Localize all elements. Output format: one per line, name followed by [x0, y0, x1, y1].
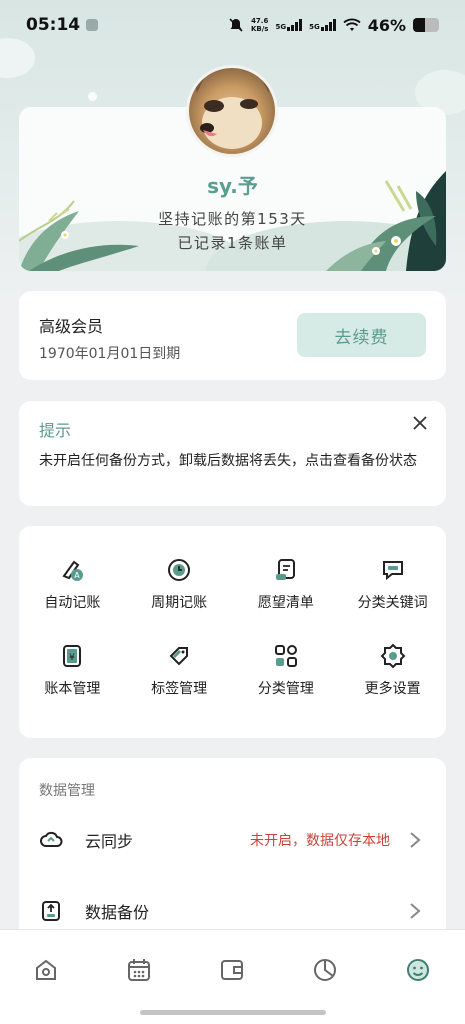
profile-icon — [407, 959, 429, 981]
battery-percent: 46% — [367, 15, 406, 35]
tag-icon — [169, 647, 189, 666]
feature-wishlist[interactable]: 愿望清单 — [233, 556, 340, 612]
home-indicator[interactable] — [140, 1010, 326, 1015]
feature-more-settings[interactable]: 更多设置 — [339, 642, 446, 698]
renew-button[interactable]: 去续费 — [297, 313, 426, 357]
wifi-icon — [343, 18, 361, 31]
battery-icon — [413, 18, 439, 32]
feature-tag[interactable]: 标签管理 — [126, 642, 233, 698]
streak-text: 坚持记账的第153天 — [158, 210, 307, 228]
data-management-card: 数据管理 云同步 未开启，数据仅存本地 数据备份 — [19, 758, 446, 958]
chevron-right-icon — [410, 903, 421, 919]
features-card: A 自动记账 周期记账 愿望清单 分类关键词 ¥ 账本管理 标签管理 分类管理 — [19, 526, 446, 738]
data-backup-label: 数据备份 — [85, 903, 150, 922]
wishlist-icon — [275, 559, 295, 580]
cloud-sync-row[interactable]: 云同步 未开启，数据仅存本地 — [19, 815, 446, 865]
tab-home[interactable] — [26, 950, 66, 990]
backup-icon — [42, 901, 60, 921]
records-count: 已记录1条账单 — [177, 234, 288, 252]
category-icon — [274, 645, 297, 667]
signal-label: 5G — [275, 23, 287, 31]
feature-keyword[interactable]: 分类关键词 — [339, 556, 446, 612]
svg-text:¥: ¥ — [70, 653, 76, 663]
calendar-icon — [128, 959, 150, 981]
close-icon[interactable] — [410, 413, 430, 433]
vip-title: 高级会员 — [39, 317, 104, 336]
feature-ledger[interactable]: ¥ 账本管理 — [19, 642, 126, 698]
vip-card: 高级会员 1970年01月01日到期 去续费 — [19, 291, 446, 380]
dog-avatar-icon — [189, 68, 275, 149]
cloud-sync-label: 云同步 — [85, 832, 134, 851]
username: sy.予 — [207, 174, 258, 198]
tab-calendar[interactable] — [119, 950, 159, 990]
home-icon — [36, 959, 56, 980]
settings-icon — [380, 643, 406, 669]
recurring-icon — [168, 559, 191, 581]
cloud-sync-icon — [40, 831, 63, 847]
tab-statistics[interactable] — [305, 950, 345, 990]
status-time: 05:14 — [26, 15, 81, 35]
signal-bars-icon — [320, 19, 336, 31]
leaf-decoration-left — [19, 200, 139, 271]
auto-bookkeeping-icon: A — [62, 560, 84, 581]
notification-icon — [86, 19, 99, 31]
section-header: 数据管理 — [39, 783, 95, 799]
keyword-icon — [382, 561, 403, 581]
ledger-icon: ¥ — [63, 645, 82, 667]
vip-expiry: 1970年01月01日到期 — [39, 346, 181, 362]
tip-title: 提示 — [39, 421, 72, 440]
mute-bell-icon — [229, 18, 243, 32]
cloud-sync-status: 未开启，数据仅存本地 — [250, 833, 390, 849]
status-bar: 05:14 47.6 KB/s 5G 5G 46% — [0, 0, 465, 50]
chevron-right-icon — [410, 832, 421, 848]
feature-category[interactable]: 分类管理 — [233, 642, 340, 698]
network-speed: 47.6 KB/s — [250, 17, 269, 33]
feature-auto-bookkeeping[interactable]: A 自动记账 — [19, 556, 126, 612]
dot-decoration — [88, 92, 97, 101]
signal-bars-icon — [287, 19, 303, 31]
signal-label: 5G — [309, 23, 320, 31]
wallet-icon — [221, 960, 243, 980]
tip-text: 未开启任何备份方式，卸载后数据将丢失，点击查看备份状态 — [39, 453, 417, 469]
tab-profile[interactable] — [398, 950, 438, 990]
feature-recurring[interactable]: 周期记账 — [126, 556, 233, 612]
tab-wallet[interactable] — [212, 950, 252, 990]
pie-chart-icon — [314, 959, 336, 981]
svg-text:A: A — [75, 571, 81, 580]
avatar[interactable] — [186, 65, 278, 157]
backup-tip-card[interactable]: 提示 未开启任何备份方式，卸载后数据将丢失，点击查看备份状态 — [19, 401, 446, 506]
